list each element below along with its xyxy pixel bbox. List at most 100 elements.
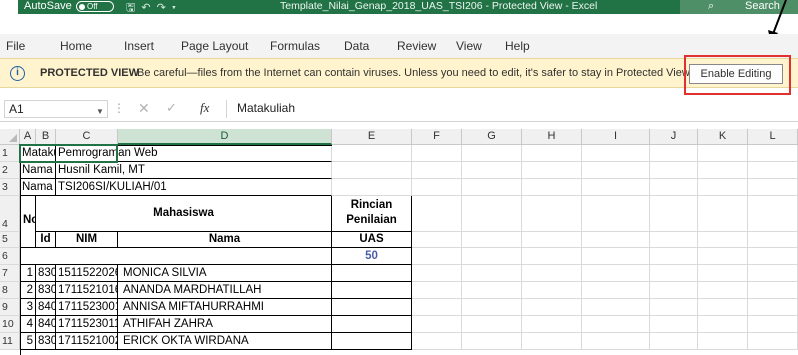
- student-no[interactable]: 1: [20, 265, 36, 282]
- column-header-e[interactable]: E: [332, 129, 412, 145]
- column-header-f[interactable]: F: [412, 129, 462, 145]
- empty-cell[interactable]: [748, 232, 798, 248]
- customize-icon[interactable]: ▾: [172, 2, 182, 14]
- cancel-icon[interactable]: ✕: [138, 100, 150, 117]
- info-label[interactable]: Nama Kelas: [20, 179, 56, 196]
- empty-cell[interactable]: [698, 232, 748, 248]
- empty-cell[interactable]: [462, 162, 522, 179]
- header-rincian[interactable]: Rincian Penilaian: [332, 196, 412, 232]
- empty-cell[interactable]: [650, 333, 698, 350]
- student-uas[interactable]: [332, 316, 412, 333]
- header-nim[interactable]: NIM: [56, 232, 118, 248]
- empty-cell[interactable]: [412, 179, 462, 196]
- header-id[interactable]: Id: [36, 232, 56, 248]
- empty-cell[interactable]: [412, 232, 462, 248]
- empty-cell[interactable]: [462, 179, 522, 196]
- row-header-11[interactable]: 11: [0, 333, 20, 350]
- student-uas[interactable]: [332, 265, 412, 282]
- student-no[interactable]: 3: [20, 299, 36, 316]
- insert-function-icon[interactable]: fx: [200, 100, 209, 116]
- empty-cell[interactable]: [412, 299, 462, 316]
- empty-cell[interactable]: [582, 232, 650, 248]
- empty-cell[interactable]: [412, 333, 462, 350]
- empty-cell[interactable]: [412, 316, 462, 333]
- column-header-i[interactable]: I: [582, 129, 650, 145]
- student-nama[interactable]: ANANDA MARDHATILLAH: [118, 282, 332, 299]
- empty-cell[interactable]: [462, 232, 522, 248]
- student-no[interactable]: 2: [20, 282, 36, 299]
- empty-cell[interactable]: [698, 282, 748, 299]
- student-id[interactable]: 830028239: [36, 265, 56, 282]
- empty-cell[interactable]: [582, 162, 650, 179]
- select-all-corner[interactable]: [0, 129, 20, 145]
- column-header-k[interactable]: K: [698, 129, 748, 145]
- tab-review[interactable]: Review: [397, 39, 436, 53]
- empty-cell[interactable]: [522, 333, 582, 350]
- undo-icon[interactable]: ↶: [141, 2, 156, 14]
- empty-cell[interactable]: [748, 282, 798, 299]
- empty-cell[interactable]: [748, 248, 798, 265]
- empty-cell[interactable]: [748, 265, 798, 282]
- redo-icon[interactable]: ↷: [157, 2, 172, 14]
- empty-cell[interactable]: [698, 145, 748, 162]
- tab-home[interactable]: Home: [60, 39, 92, 53]
- empty-cell[interactable]: [412, 265, 462, 282]
- empty-cell[interactable]: [522, 162, 582, 179]
- empty-cell[interactable]: [698, 265, 748, 282]
- student-id[interactable]: 840004805: [36, 316, 56, 333]
- info-value[interactable]: TSI206SI/KULIAH/01: [56, 179, 332, 196]
- empty-cell[interactable]: [522, 145, 582, 162]
- row-header-2[interactable]: 2: [0, 162, 20, 179]
- student-nim[interactable]: 1711523001: [56, 299, 118, 316]
- name-box[interactable]: A1 ▼: [4, 100, 108, 118]
- column-header-c[interactable]: C: [56, 129, 118, 145]
- empty-cell[interactable]: [522, 265, 582, 282]
- empty-cell[interactable]: [698, 299, 748, 316]
- empty-cell[interactable]: [462, 265, 522, 282]
- header-mahasiswa[interactable]: Mahasiswa: [36, 196, 332, 232]
- empty-cell[interactable]: [748, 316, 798, 333]
- row-header-10[interactable]: 10: [0, 316, 20, 333]
- row-header-8[interactable]: 8: [0, 282, 20, 299]
- header-nama[interactable]: Nama: [118, 232, 332, 248]
- student-nim[interactable]: 1711521002: [56, 333, 118, 350]
- empty-cell[interactable]: [582, 179, 650, 196]
- empty-cell[interactable]: [412, 196, 462, 232]
- empty-cell[interactable]: [332, 179, 412, 196]
- autosave-toggle[interactable]: Off: [76, 1, 114, 12]
- empty-cell[interactable]: [582, 299, 650, 316]
- empty-cell[interactable]: [748, 162, 798, 179]
- empty-cell[interactable]: [332, 145, 412, 162]
- chevron-down-icon[interactable]: ▼: [96, 104, 104, 120]
- empty-cell[interactable]: [698, 333, 748, 350]
- empty-cell[interactable]: [650, 179, 698, 196]
- empty-cell[interactable]: [650, 282, 698, 299]
- student-nama[interactable]: ATHIFAH ZAHRA: [118, 316, 332, 333]
- formula-input[interactable]: Matakuliah: [226, 100, 796, 118]
- empty-cell[interactable]: [412, 282, 462, 299]
- empty-cell[interactable]: [412, 248, 462, 265]
- row-header-5[interactable]: 5: [0, 232, 20, 248]
- student-nim[interactable]: 1511522026: [56, 265, 118, 282]
- column-header-a[interactable]: A: [20, 129, 36, 145]
- empty-cell[interactable]: [462, 145, 522, 162]
- student-nama[interactable]: ERICK OKTA WIRDANA: [118, 333, 332, 350]
- empty-cell[interactable]: [462, 299, 522, 316]
- info-value[interactable]: Pemrograman Web: [56, 145, 332, 162]
- student-id[interactable]: 830028408: [36, 333, 56, 350]
- empty-cell[interactable]: [462, 333, 522, 350]
- empty-cell[interactable]: [522, 196, 582, 232]
- save-icon[interactable]: 🖫: [126, 2, 141, 14]
- header-no[interactable]: No: [20, 196, 36, 248]
- empty-cell[interactable]: [698, 162, 748, 179]
- tab-help[interactable]: Help: [505, 39, 530, 53]
- empty-cell[interactable]: [462, 282, 522, 299]
- row-header-9[interactable]: 9: [0, 299, 20, 316]
- empty-cell[interactable]: [412, 162, 462, 179]
- tab-page-layout[interactable]: Page Layout: [181, 39, 248, 53]
- empty-cell[interactable]: [582, 145, 650, 162]
- empty-cell[interactable]: [748, 179, 798, 196]
- student-id[interactable]: 830027615: [36, 282, 56, 299]
- empty-cell[interactable]: [650, 162, 698, 179]
- empty-cell[interactable]: [582, 282, 650, 299]
